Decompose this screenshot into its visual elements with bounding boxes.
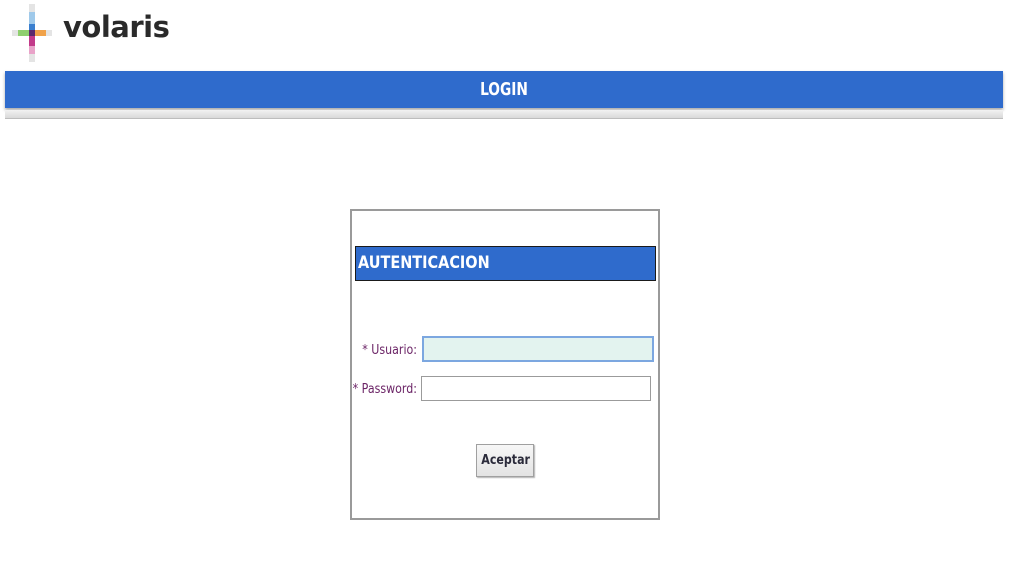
password-label: * Password: bbox=[352, 382, 417, 397]
logo-row: volaris bbox=[0, 0, 1009, 62]
auth-title: AUTENTICACION bbox=[358, 253, 490, 273]
aceptar-button[interactable]: Aceptar bbox=[476, 444, 534, 477]
page-title: LOGIN bbox=[480, 79, 528, 100]
usuario-label: * Usuario: bbox=[362, 343, 417, 358]
password-input[interactable] bbox=[421, 376, 651, 401]
aceptar-button-label: Aceptar bbox=[481, 453, 530, 468]
volaris-logo-icon bbox=[12, 4, 52, 62]
header-divider bbox=[5, 110, 1003, 119]
brand-name: volaris bbox=[63, 10, 170, 44]
login-panel: AUTENTICACION * Usuario: * Password: Ace… bbox=[350, 209, 660, 520]
usuario-input[interactable] bbox=[422, 336, 654, 362]
auth-header: AUTENTICACION bbox=[355, 246, 656, 281]
page-header: LOGIN bbox=[5, 71, 1003, 108]
